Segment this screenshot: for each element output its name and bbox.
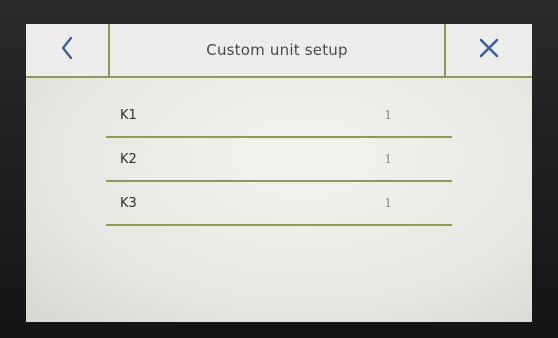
header-bar: Custom unit setup [26, 24, 532, 78]
row-label: K3 [120, 196, 137, 211]
row-value: 1 [384, 152, 392, 166]
page-title: Custom unit setup [206, 41, 348, 59]
close-button[interactable] [444, 24, 532, 76]
row-value: 1 [384, 196, 392, 210]
close-icon [477, 36, 501, 64]
list-item-k3[interactable]: K3 1 [106, 182, 452, 226]
touch-screen: Custom unit setup K1 1 K2 1 K3 1 [26, 24, 532, 322]
chevron-left-icon [59, 35, 75, 65]
device-frame: Custom unit setup K1 1 K2 1 K3 1 [0, 0, 558, 338]
row-label: K1 [120, 108, 137, 123]
back-button[interactable] [26, 24, 110, 76]
row-label: K2 [120, 152, 137, 167]
row-value: 1 [384, 108, 392, 122]
list-item-k1[interactable]: K1 1 [106, 94, 452, 138]
list-item-k2[interactable]: K2 1 [106, 138, 452, 182]
constant-list: K1 1 K2 1 K3 1 [106, 94, 452, 226]
